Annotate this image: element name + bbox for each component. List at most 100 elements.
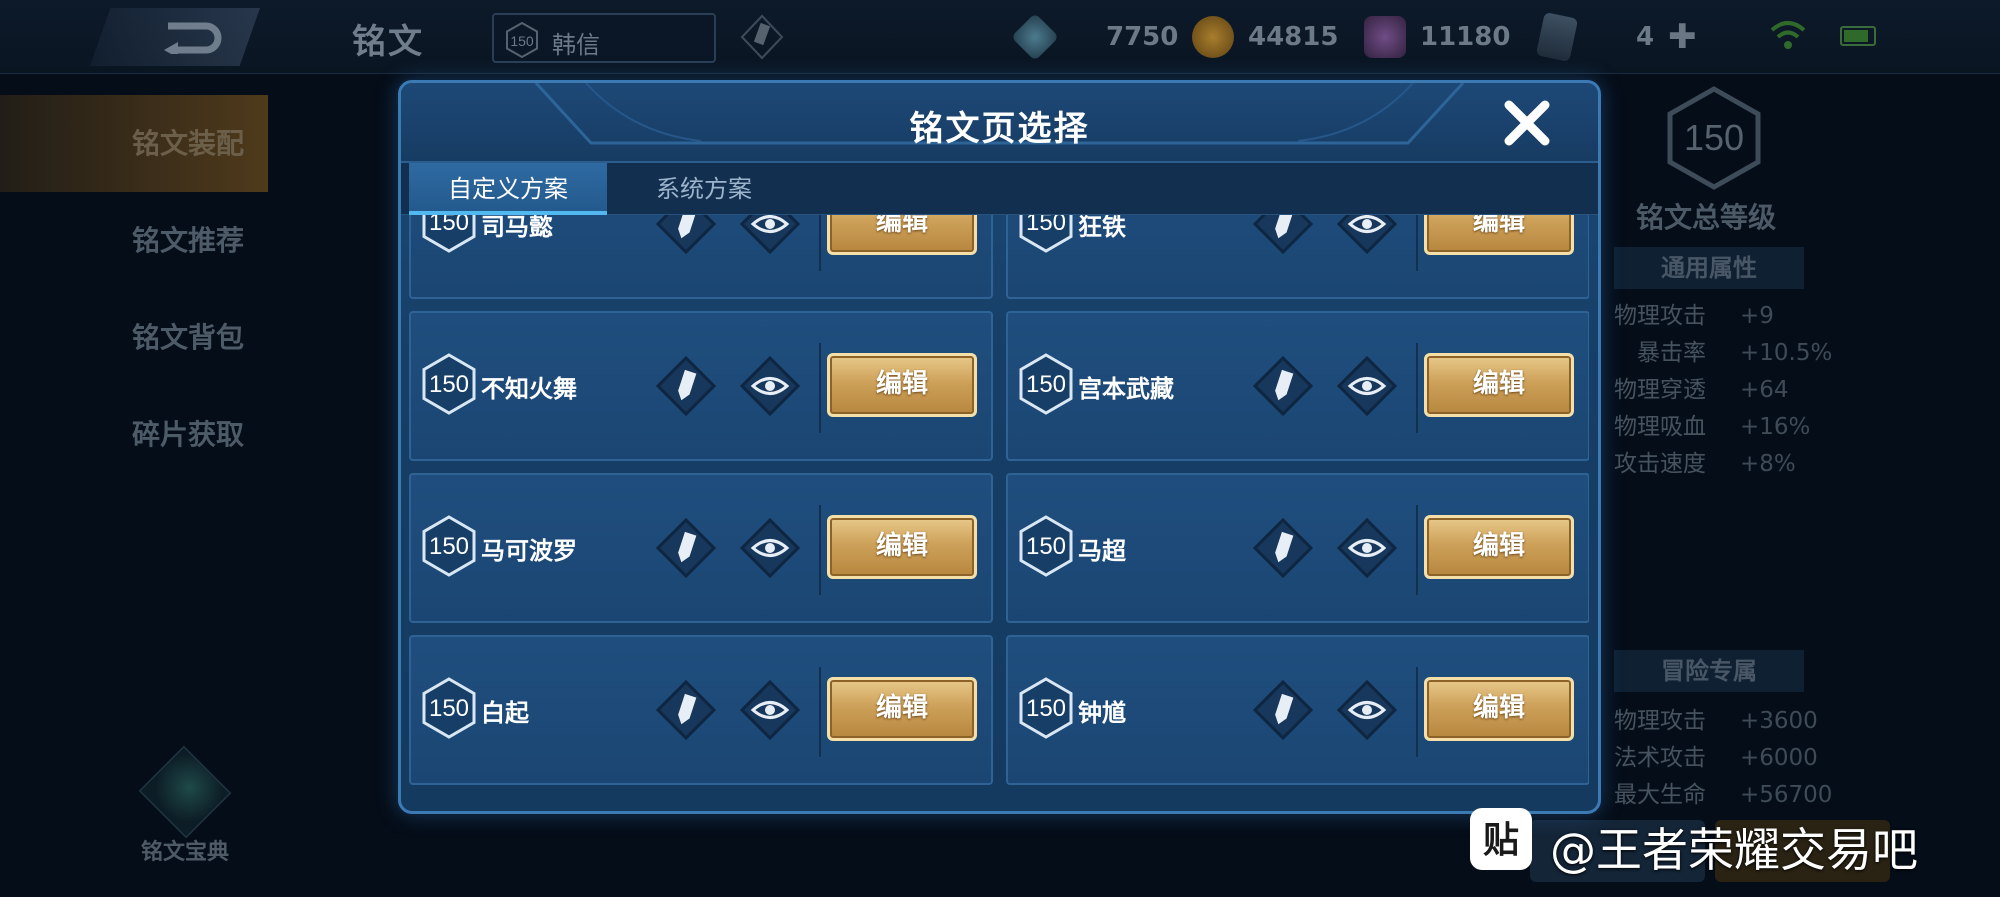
stat-row: 最大生命 +56700 <box>1614 782 1833 808</box>
sidebar-item-fragment-acquire[interactable]: 碎片获取 <box>0 386 268 483</box>
level-hex-icon: 150 <box>1019 215 1073 253</box>
hero-level: 150 <box>510 33 534 49</box>
scheme-tabs: 自定义方案 系统方案 <box>401 163 1598 215</box>
divider <box>1416 667 1418 757</box>
preview-page-button[interactable] <box>1336 679 1398 741</box>
edit-button[interactable]: 编辑 <box>1424 353 1574 417</box>
tieba-logo-icon: 贴 <box>1483 820 1519 861</box>
rename-page-button[interactable] <box>1252 215 1314 255</box>
watermark-text: @王者荣耀交易吧 <box>1550 823 1918 877</box>
level-hex-icon: 150 <box>422 677 476 739</box>
level-hex-icon: 150 <box>506 22 538 58</box>
crystal-icon <box>1364 16 1406 58</box>
top-bar: 铭文 150 韩信 7750 44815 11180 4 ✚ <box>0 0 2000 74</box>
edit-button[interactable]: 编辑 <box>827 515 977 579</box>
book-icon <box>138 745 232 839</box>
pencil-icon <box>655 215 717 255</box>
hero-selector[interactable]: 150 韩信 <box>492 13 716 63</box>
rename-page-button[interactable] <box>655 355 717 417</box>
stat-row: 法术攻击 +6000 <box>1614 745 1818 771</box>
adventure-attributes-header: 冒险专属 <box>1614 650 1804 692</box>
edit-button[interactable]: 编辑 <box>827 677 977 741</box>
level-hex-icon: 150 <box>422 515 476 577</box>
rune-fragment-icon <box>1010 12 1060 62</box>
battery-icon <box>1840 26 1876 46</box>
rename-page-button[interactable] <box>1252 679 1314 741</box>
currency-gold: 44815 <box>1192 14 1338 60</box>
preview-page-button[interactable] <box>1336 355 1398 417</box>
tab-custom-scheme[interactable]: 自定义方案 <box>409 163 607 215</box>
currency-crystal: 11180 <box>1364 14 1510 60</box>
rune-codex-label: 铭文宝典 <box>140 840 229 865</box>
stat-row: 物理攻击 +3600 <box>1614 708 1818 734</box>
edit-button[interactable]: 编辑 <box>1424 515 1574 579</box>
page-title: 铭文 <box>352 22 424 62</box>
rune-fragment-count: 7750 <box>1106 22 1179 52</box>
page-name: 宫本武藏 <box>1078 375 1174 403</box>
page-name: 马可波罗 <box>481 537 577 565</box>
currency-card: 4 ✚ <box>1535 11 1697 63</box>
rename-page-button[interactable] <box>655 679 717 741</box>
level-hex-icon: 150 <box>422 215 476 253</box>
edit-button[interactable]: 编辑 <box>1424 215 1574 255</box>
pencil-icon <box>655 355 717 417</box>
rune-codex-button[interactable]: 铭文宝典 <box>130 745 240 866</box>
preview-page-button[interactable] <box>739 215 801 255</box>
preview-page-button[interactable] <box>739 355 801 417</box>
rune-page-card: 150 不知火舞 编辑 <box>409 311 993 461</box>
wifi-icon <box>1770 21 1806 49</box>
rune-page-card: 150 司马懿 编辑 <box>409 215 993 299</box>
eye-icon <box>1336 679 1398 741</box>
pencil-icon <box>1252 679 1314 741</box>
divider <box>819 667 821 757</box>
back-button[interactable] <box>90 8 260 66</box>
rename-page-button[interactable] <box>1252 517 1314 579</box>
preview-page-button[interactable] <box>1336 215 1398 255</box>
stat-row: 暴击率 +10.5% <box>1637 340 1833 366</box>
preview-page-button[interactable] <box>739 517 801 579</box>
rename-page-button[interactable] <box>655 215 717 255</box>
level-hex-icon: 150 <box>1019 353 1073 415</box>
rename-page-button[interactable] <box>655 517 717 579</box>
level-hex-icon: 150 <box>422 353 476 415</box>
edit-button[interactable]: 编辑 <box>1424 677 1574 741</box>
sidebar-item-rune-bag[interactable]: 铭文背包 <box>0 289 268 386</box>
rune-page-list[interactable]: 150 司马懿 编辑 150 狂铁 编辑 150 不知火舞 编辑 150 宫本武… <box>409 215 1589 811</box>
eye-icon <box>739 679 801 741</box>
gold-count: 44815 <box>1248 22 1339 52</box>
eye-icon <box>1336 517 1398 579</box>
page-level: 150 <box>1026 533 1066 560</box>
preview-page-button[interactable] <box>1336 517 1398 579</box>
general-attributes-header: 通用属性 <box>1614 247 1804 289</box>
divider <box>1416 215 1418 271</box>
tab-system-scheme[interactable]: 系统方案 <box>609 163 799 215</box>
sidebar-item-rune-equip[interactable]: 铭文装配 <box>0 95 268 192</box>
close-icon <box>1504 100 1550 146</box>
divider <box>819 505 821 595</box>
pencil-icon <box>1252 355 1314 417</box>
eye-icon <box>739 355 801 417</box>
page-level: 150 <box>1026 371 1066 398</box>
edit-button[interactable]: 编辑 <box>827 353 977 417</box>
rune-page-card: 150 狂铁 编辑 <box>1006 215 1589 299</box>
pencil-icon <box>740 14 784 60</box>
page-name: 白起 <box>481 699 529 727</box>
stat-row: 物理攻击 +9 <box>1614 303 1774 329</box>
add-icon[interactable]: ✚ <box>1668 17 1697 57</box>
edit-button[interactable]: 编辑 <box>827 215 977 255</box>
divider <box>1416 343 1418 433</box>
rune-page-card: 150 白起 编辑 <box>409 635 993 785</box>
rename-button[interactable] <box>740 14 784 64</box>
close-button[interactable] <box>1499 95 1555 151</box>
back-arrow-icon <box>164 22 222 54</box>
watermark: 贴 @王者荣耀交易吧 <box>1470 806 1970 882</box>
hero-name: 韩信 <box>552 31 600 59</box>
gold-coin-icon <box>1192 16 1234 58</box>
rename-page-button[interactable] <box>1252 355 1314 417</box>
eye-icon <box>1336 215 1398 255</box>
total-level-hex-icon: 150 <box>1667 86 1761 190</box>
sidebar-item-rune-recommend[interactable]: 铭文推荐 <box>0 192 268 289</box>
preview-page-button[interactable] <box>739 679 801 741</box>
eye-icon <box>739 517 801 579</box>
page-level: 150 <box>1026 215 1066 236</box>
